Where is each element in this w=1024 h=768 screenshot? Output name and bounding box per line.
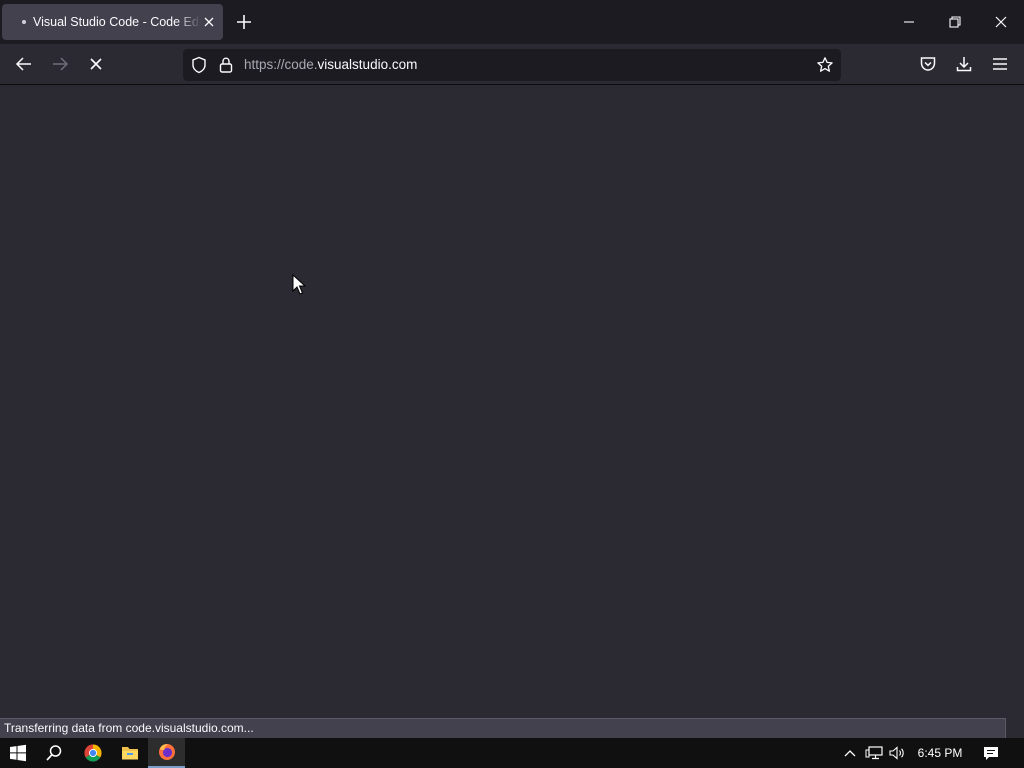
url-text[interactable]: https://code.visualstudio.com	[244, 57, 417, 73]
chevron-up-icon	[844, 750, 856, 757]
lock-icon[interactable]	[218, 56, 234, 74]
file-explorer-taskbar-button[interactable]	[112, 738, 148, 768]
network-button[interactable]	[863, 738, 885, 768]
status-bar: Transferring data from code.visualstudio…	[0, 718, 1006, 738]
chrome-taskbar-button[interactable]	[74, 738, 112, 768]
mouse-cursor-icon	[292, 274, 306, 296]
pocket-icon[interactable]	[918, 54, 938, 74]
close-window-button[interactable]	[989, 10, 1013, 34]
navigation-toolbar: https://code.visualstudio.com	[0, 44, 1024, 85]
start-icon	[10, 744, 26, 762]
tab-title: Visual Studio Code - Code Editing. Redef…	[33, 15, 201, 29]
volume-icon	[889, 746, 904, 760]
network-icon	[865, 746, 883, 760]
start-button[interactable]	[0, 738, 36, 768]
volume-button[interactable]	[886, 738, 908, 768]
search-icon	[46, 745, 62, 761]
restore-button[interactable]	[943, 10, 967, 34]
stop-button[interactable]	[86, 54, 106, 74]
back-button[interactable]	[14, 54, 34, 74]
new-tab-button[interactable]	[234, 12, 254, 32]
page-content[interactable]	[0, 85, 1024, 718]
url-bar[interactable]: https://code.visualstudio.com	[183, 49, 841, 81]
show-hidden-icons-button[interactable]	[840, 738, 860, 768]
action-center-button[interactable]	[978, 738, 1004, 768]
forward-button[interactable]	[50, 54, 70, 74]
tab-close-icon[interactable]	[201, 14, 217, 30]
search-button[interactable]	[36, 738, 72, 768]
chrome-icon	[84, 744, 102, 762]
url-prefix: https://code.	[244, 57, 318, 72]
minimize-button[interactable]	[897, 10, 921, 34]
tab-vscode[interactable]: Visual Studio Code - Code Editing. Redef…	[2, 4, 223, 40]
url-host: visualstudio.com	[317, 57, 418, 72]
firefox-taskbar-button[interactable]	[148, 738, 185, 768]
star-icon[interactable]	[816, 56, 834, 74]
loading-indicator-icon	[22, 20, 26, 24]
notification-icon	[984, 746, 998, 760]
tab-strip: Visual Studio Code - Code Editing. Redef…	[0, 0, 1024, 44]
firefox-icon	[158, 744, 175, 760]
shield-icon[interactable]	[190, 56, 208, 74]
hamburger-menu-icon[interactable]	[990, 54, 1010, 74]
download-icon[interactable]	[954, 54, 974, 74]
taskbar-clock[interactable]: 6:45 PM	[910, 745, 970, 761]
taskbar: 6:45 PM	[0, 738, 1024, 768]
file-explorer-icon	[122, 747, 138, 760]
